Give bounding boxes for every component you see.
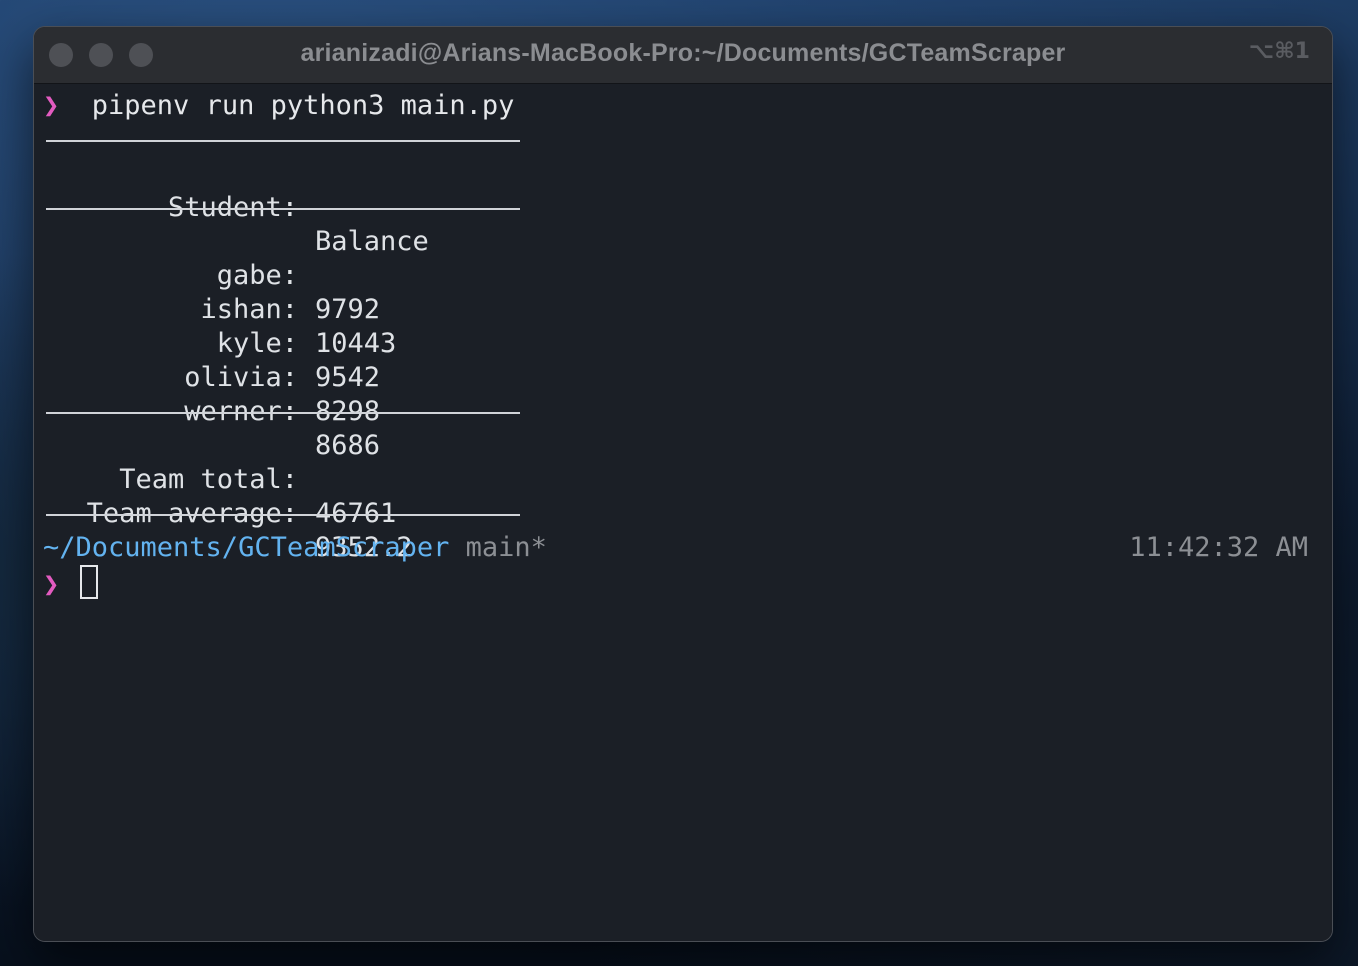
table-divider bbox=[46, 208, 520, 210]
table-row: olivia: 8298 bbox=[34, 327, 554, 427]
table-row: kyle: 9542 bbox=[34, 293, 554, 393]
table-row: gabe: 9792 bbox=[34, 225, 554, 325]
prompt-arrow-icon: ❯ bbox=[43, 569, 60, 600]
current-path: ~/Documents/GCTeamScraper bbox=[43, 532, 450, 563]
table-row: ishan: 10443 bbox=[34, 259, 554, 359]
table-row: werner: 8686 bbox=[34, 361, 554, 461]
window-title: arianizadi@Arians-MacBook-Pro:~/Document… bbox=[300, 39, 1066, 67]
prompt-time: 11:42:32 AM bbox=[1129, 532, 1308, 563]
table-divider bbox=[46, 140, 520, 142]
title-bar[interactable]: arianizadi@Arians-MacBook-Pro:~/Document… bbox=[34, 27, 1332, 84]
window-shortcut-label: ⌥⌘1 bbox=[1248, 39, 1310, 64]
terminal-window: arianizadi@Arians-MacBook-Pro:~/Document… bbox=[33, 26, 1333, 942]
summary-row: Team average: 9352.2 bbox=[34, 463, 554, 563]
command-text: pipenv run python3 main.py bbox=[91, 90, 515, 121]
prompt-status-line: ~/Documents/GCTeamScraper main* bbox=[43, 531, 547, 565]
prompt-arrow-icon: ❯ bbox=[43, 90, 60, 121]
text-cursor bbox=[79, 565, 98, 599]
table-divider bbox=[46, 514, 520, 516]
summary-row: Team total: 46761 bbox=[34, 429, 554, 529]
input-line[interactable]: ❯ bbox=[43, 565, 98, 600]
command-line: ❯ pipenv run python3 main.py bbox=[43, 89, 514, 123]
git-branch: main* bbox=[465, 532, 547, 563]
table-header-row: Student: Balance bbox=[34, 157, 554, 257]
terminal-content[interactable]: ❯ pipenv run python3 main.py Student: Ba… bbox=[34, 84, 1332, 941]
table-divider bbox=[46, 412, 520, 414]
